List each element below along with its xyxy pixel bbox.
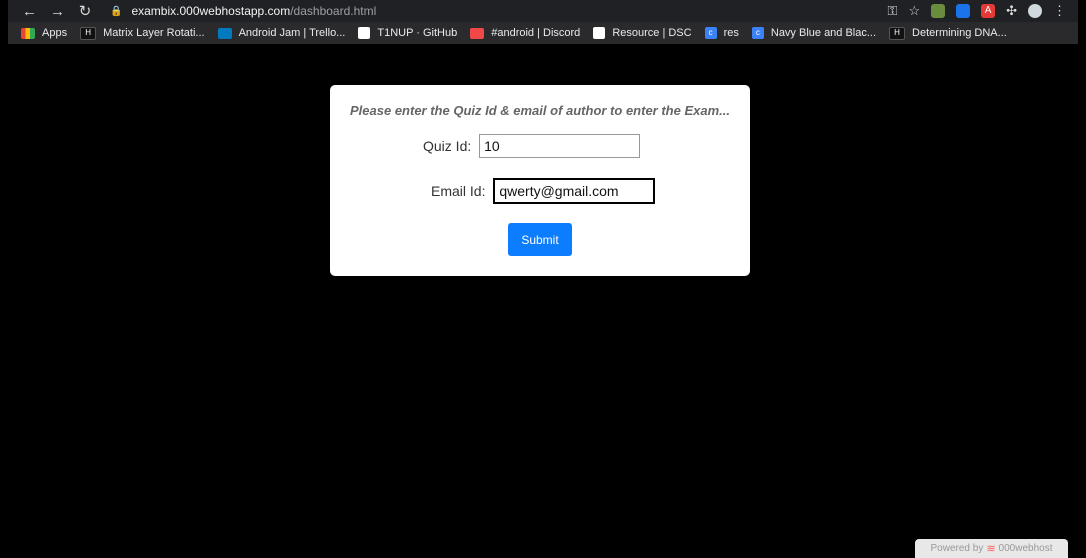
apps-grid-icon — [21, 27, 35, 39]
webhost-logo-icon: ≋ — [986, 543, 996, 555]
bookmark-res[interactable]: c res — [704, 27, 739, 39]
forward-icon[interactable]: → — [50, 3, 65, 20]
extension-icon[interactable] — [956, 4, 971, 18]
browser-toolbar: ← → ↻ 🔒 exambix.000webhostapp.com /dashb… — [8, 0, 1078, 22]
bookmark-resource-dsc[interactable]: Resource | DSC — [593, 27, 692, 39]
adblock-icon[interactable]: A — [981, 4, 996, 18]
bookmark-star-icon[interactable]: ☆ — [908, 3, 920, 19]
chrome-c-icon: c — [704, 27, 717, 39]
trello-icon — [217, 27, 232, 39]
powered-by-badge[interactable]: Powered by ≋ 000webhost — [915, 539, 1068, 558]
navigation-controls: ← → ↻ — [8, 2, 92, 21]
bookmark-trello[interactable]: Android Jam | Trello... — [217, 27, 345, 39]
quiz-id-row: Quiz Id: — [423, 134, 641, 158]
address-bar[interactable]: 🔒 exambix.000webhostapp.com /dashboard.h… — [110, 4, 376, 18]
bookmark-navy-blue[interactable]: c Navy Blue and Blac... — [751, 27, 876, 39]
bookmarks-bar: Apps H Matrix Layer Rotati... Android Jam… — [8, 22, 1078, 44]
submit-button[interactable]: Submit — [508, 223, 572, 256]
hackerrank-icon: H — [889, 26, 906, 40]
bookmark-discord[interactable]: #android | Discord — [470, 27, 580, 39]
bookmark-matrix[interactable]: H Matrix Layer Rotati... — [80, 26, 205, 40]
url-host[interactable]: exambix.000webhostapp.com — [131, 4, 290, 18]
discord-icon — [470, 27, 485, 39]
hackerrank-icon: H — [80, 26, 97, 40]
email-input[interactable] — [493, 178, 656, 204]
profile-avatar-icon[interactable] — [1028, 4, 1042, 18]
email-row: Email Id: — [431, 178, 656, 204]
reload-icon[interactable]: ↻ — [78, 2, 92, 20]
host-brand: 000webhost — [998, 543, 1053, 554]
url-path[interactable]: /dashboard.html — [290, 4, 376, 18]
quiz-id-input[interactable] — [479, 134, 641, 158]
github-icon — [593, 27, 606, 39]
quiz-id-label: Quiz Id: — [423, 138, 472, 154]
bookmark-apps[interactable]: Apps — [21, 27, 67, 39]
password-key-icon[interactable]: ⚿ — [888, 3, 898, 19]
chrome-c-icon: c — [751, 27, 764, 39]
menu-dots-icon[interactable]: ⋮ — [1053, 3, 1066, 19]
email-label: Email Id: — [431, 183, 486, 199]
bookmark-github[interactable]: T1NUP · GitHub — [358, 27, 457, 39]
github-icon — [358, 27, 371, 39]
back-icon[interactable]: ← — [22, 3, 37, 20]
powered-by-label: Powered by — [930, 543, 984, 554]
lock-icon: 🔒 — [110, 5, 123, 17]
extension-icon[interactable] — [931, 4, 946, 18]
browser-tools: ⚿ ☆ A ✣ ⋮ — [888, 3, 1078, 19]
instruction-title: Please enter the Quiz Id & email of auth… — [350, 103, 730, 118]
puzzle-icon[interactable]: ✣ — [1006, 3, 1017, 19]
page-content: Please enter the Quiz Id & email of auth… — [8, 44, 1078, 558]
exam-entry-card: Please enter the Quiz Id & email of auth… — [330, 85, 750, 276]
bookmark-determining-dna[interactable]: H Determining DNA... — [889, 26, 1007, 40]
